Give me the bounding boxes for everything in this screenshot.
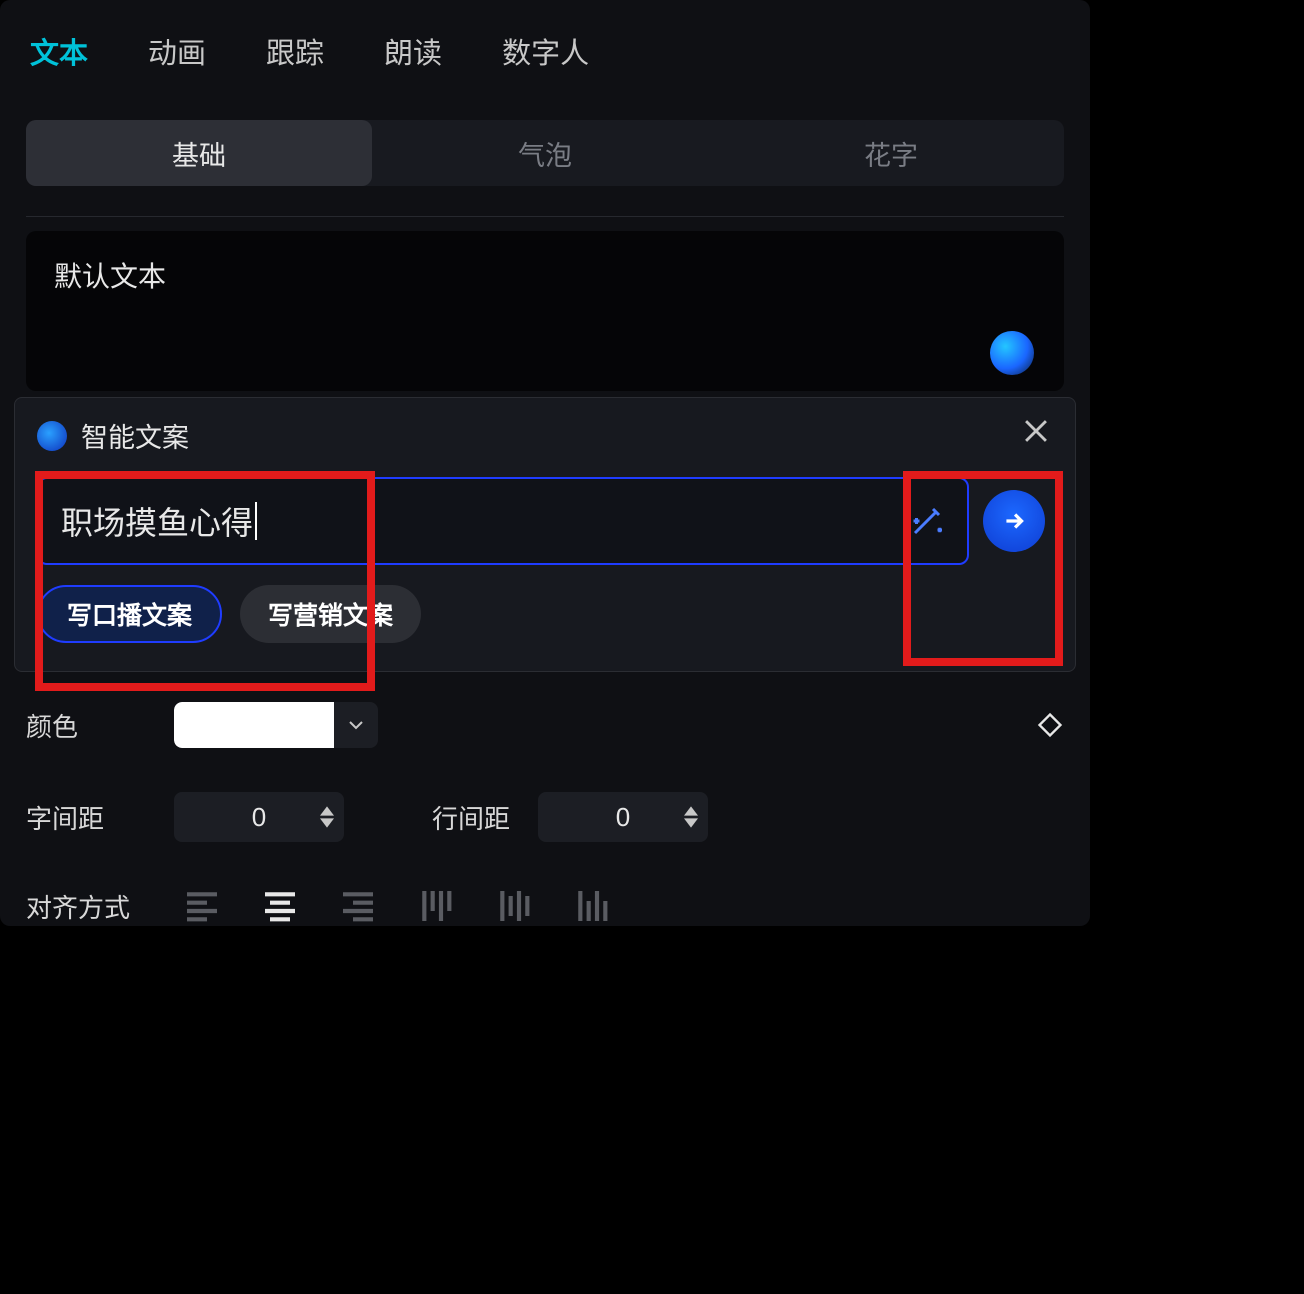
text-input-area[interactable]: 默认文本	[26, 231, 1064, 391]
chip-script-copy[interactable]: 写口播文案	[37, 585, 222, 643]
input-text: 职场摸鱼心得	[61, 498, 253, 544]
letter-spacing-value: 0	[252, 802, 266, 833]
color-label: 颜色	[26, 707, 146, 744]
text-panel: 文本 动画 跟踪 朗读 数字人 基础 气泡 花字 默认文本 智能文案 职场摸鱼心…	[0, 0, 1090, 926]
smart-copy-popover: 智能文案 职场摸鱼心得	[14, 397, 1076, 672]
align-left-icon[interactable]	[182, 886, 222, 926]
default-text: 默认文本	[54, 261, 166, 292]
tab-digital[interactable]: 数字人	[502, 30, 589, 72]
letter-spacing-label: 字间距	[26, 799, 146, 836]
subtab-basic[interactable]: 基础	[26, 120, 372, 186]
tab-text[interactable]: 文本	[30, 30, 88, 72]
align-label: 对齐方式	[26, 888, 146, 925]
divider	[26, 216, 1064, 217]
align-vertical-center-icon[interactable]	[494, 886, 534, 926]
chip-marketing-copy[interactable]: 写营销文案	[240, 585, 421, 643]
subtab-fancy[interactable]: 花字	[718, 120, 1064, 186]
align-icons	[182, 886, 612, 926]
tab-read[interactable]: 朗读	[384, 30, 442, 72]
align-right-icon[interactable]	[338, 886, 378, 926]
subtab-bubble[interactable]: 气泡	[372, 120, 718, 186]
popover-header: 智能文案	[37, 416, 1053, 455]
align-vertical-left-icon[interactable]	[416, 886, 456, 926]
spacing-row: 字间距 0 行间距 0	[26, 792, 1064, 842]
input-group: 职场摸鱼心得 写口播文案 写营销文案	[37, 477, 1053, 643]
smart-copy-input[interactable]: 职场摸鱼心得	[37, 477, 969, 565]
input-row: 职场摸鱼心得	[37, 477, 1053, 565]
chip-row: 写口播文案 写营销文案	[37, 585, 1053, 643]
stepper-arrows-icon[interactable]	[684, 806, 698, 828]
submit-button[interactable]	[983, 490, 1045, 552]
color-row: 颜色	[26, 702, 1064, 748]
sub-tabs: 基础 气泡 花字	[26, 120, 1064, 186]
ai-orb-icon[interactable]	[990, 331, 1034, 375]
color-swatch-white	[174, 702, 334, 748]
magic-wand-icon[interactable]	[909, 503, 945, 539]
color-picker[interactable]	[174, 702, 378, 748]
properties-section: 颜色 字间距 0 行间距 0	[0, 672, 1090, 926]
align-center-icon[interactable]	[260, 886, 300, 926]
line-spacing-label: 行间距	[432, 799, 510, 836]
letter-spacing-input[interactable]: 0	[174, 792, 344, 842]
stepper-arrows-icon[interactable]	[320, 806, 334, 828]
tab-animation[interactable]: 动画	[148, 30, 206, 72]
ai-dot-icon	[37, 421, 67, 451]
line-spacing-value: 0	[616, 802, 630, 833]
text-cursor	[255, 502, 257, 540]
popover-title: 智能文案	[81, 416, 189, 455]
color-dropdown-icon[interactable]	[334, 702, 378, 748]
tab-track[interactable]: 跟踪	[266, 30, 324, 72]
line-spacing-input[interactable]: 0	[538, 792, 708, 842]
align-row: 对齐方式	[26, 886, 1064, 926]
top-tabs: 文本 动画 跟踪 朗读 数字人	[0, 0, 1090, 96]
align-vertical-right-icon[interactable]	[572, 886, 612, 926]
close-icon[interactable]	[1019, 414, 1053, 448]
keyframe-diamond-icon[interactable]	[1036, 711, 1064, 739]
